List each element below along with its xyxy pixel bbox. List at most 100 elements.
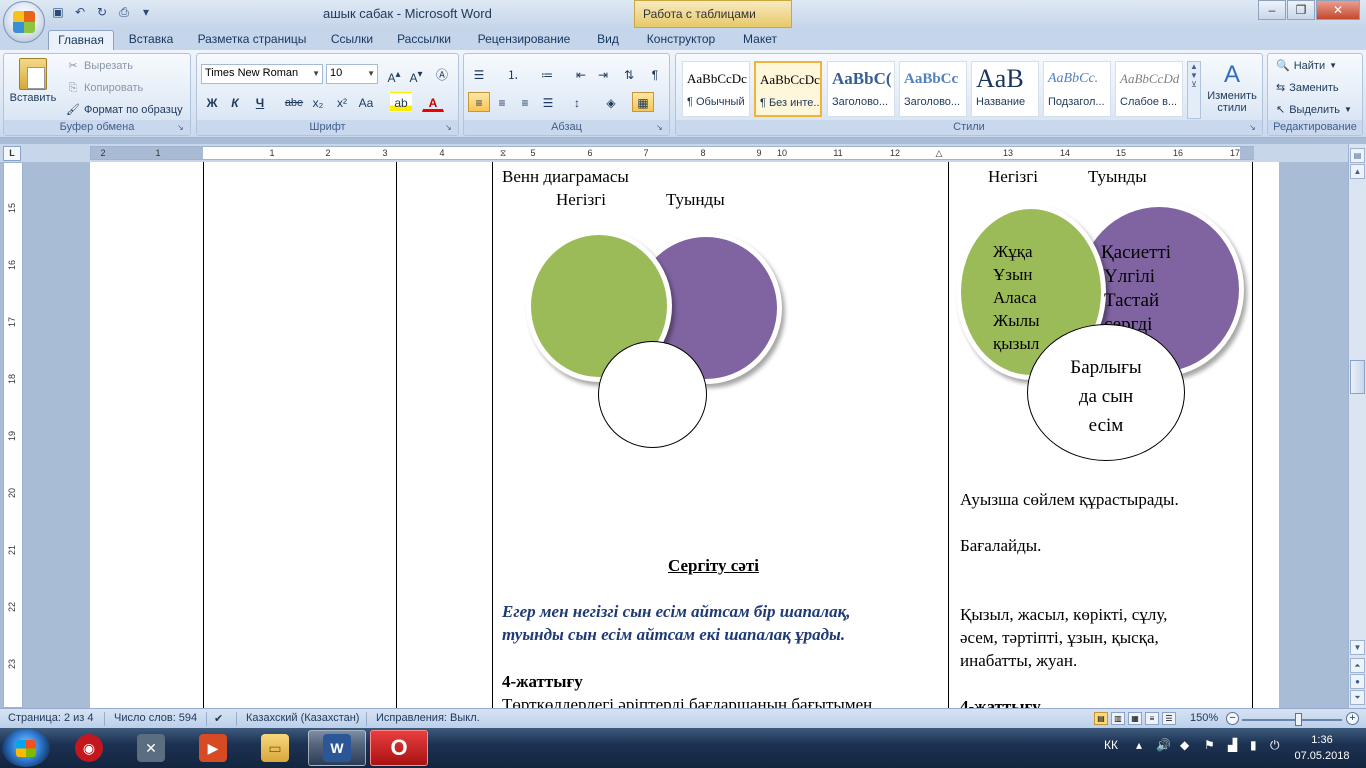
decrease-indent-icon[interactable]: ⇤ xyxy=(570,64,592,84)
sort-icon[interactable]: ⇅ xyxy=(618,64,640,84)
next-page-icon[interactable]: ⏷ xyxy=(1350,690,1365,705)
tab-insert[interactable]: Вставка xyxy=(120,30,182,50)
shading-icon[interactable]: ◈ xyxy=(600,92,622,112)
dialog-launcher-icon[interactable]: ↘ xyxy=(1249,123,1259,133)
start-button[interactable] xyxy=(2,729,50,767)
style-no-spacing[interactable]: AaBbCcDc ¶ Без инте... xyxy=(754,61,822,117)
style-heading1[interactable]: AaBbC( Заголово... xyxy=(827,61,895,117)
outline-icon[interactable]: ≡ xyxy=(1145,712,1159,725)
ruler-toggle-icon[interactable]: ▤ xyxy=(1350,148,1365,163)
browse-object-icon[interactable]: ● xyxy=(1350,674,1365,689)
venn-center-circle[interactable] xyxy=(598,341,707,448)
tab-page-layout[interactable]: Разметка страницы xyxy=(192,30,312,50)
shrink-font-button[interactable]: A▾ xyxy=(405,64,427,85)
style-normal[interactable]: AaBbCcDc ¶ Обычный xyxy=(682,61,750,117)
paste-button[interactable]: Вставить xyxy=(8,58,58,118)
word-count[interactable]: Число слов: 594 xyxy=(114,712,197,724)
taskbar-app-explorer[interactable]: ▭ xyxy=(246,730,304,766)
office-button[interactable] xyxy=(3,1,45,43)
print-icon[interactable]: ⎙ xyxy=(116,4,132,20)
underline-button[interactable]: Ч xyxy=(249,92,271,112)
volume-icon[interactable]: 🔊 xyxy=(1156,738,1171,752)
redo-icon[interactable]: ↻ xyxy=(94,4,110,20)
tab-view[interactable]: Вид xyxy=(590,30,626,50)
format-painter-button[interactable]: 🖌 Формат по образцу xyxy=(66,103,183,117)
borders-icon[interactable]: ▦ xyxy=(632,92,654,112)
taskbar-app-tools[interactable]: ✕ xyxy=(122,730,180,766)
grow-font-button[interactable]: A▴ xyxy=(383,64,405,85)
page[interactable]: Венн диаграмасы Негізгі Туынды Сергіту с… xyxy=(90,162,1279,708)
select-button[interactable]: ↖ Выделить ▼ xyxy=(1276,103,1352,117)
show-marks-icon[interactable]: ¶ xyxy=(644,64,666,84)
dialog-launcher-icon[interactable]: ↘ xyxy=(656,123,666,133)
document-area[interactable]: Венн диаграмасы Негізгі Туынды Сергіту с… xyxy=(24,162,1348,708)
taskbar-app-opera[interactable]: O xyxy=(370,730,428,766)
subscript-button[interactable]: x₂ xyxy=(307,92,329,112)
style-title[interactable]: AaB Название xyxy=(971,61,1039,117)
horizontal-ruler[interactable]: 2 1 1 2 3 4 5 6 7 8 9 10 11 12 13 14 15 … xyxy=(90,146,1254,160)
zoom-slider-thumb[interactable] xyxy=(1295,713,1302,726)
flag-icon[interactable]: ⚑ xyxy=(1204,738,1215,752)
numbering-icon[interactable]: ⒈ xyxy=(502,64,524,84)
clock[interactable]: 1:36 07.05.2018 xyxy=(1290,732,1354,764)
align-left-icon[interactable]: ≡ xyxy=(468,92,490,112)
scroll-thumb[interactable] xyxy=(1350,360,1365,394)
keyboard-language[interactable]: КК xyxy=(1104,738,1118,752)
close-button[interactable]: ✕ xyxy=(1316,0,1360,20)
line-spacing-icon[interactable]: ↕ xyxy=(566,92,588,112)
undo-icon[interactable]: ↶ xyxy=(72,4,88,20)
taskbar-app-media[interactable]: ▶ xyxy=(184,730,242,766)
customize-qat-icon[interactable]: ▾ xyxy=(138,4,154,20)
zoom-in-icon[interactable]: + xyxy=(1346,712,1359,725)
change-styles-button[interactable]: A Изменить стили xyxy=(1204,60,1260,114)
bold-button[interactable]: Ж xyxy=(201,92,223,112)
full-screen-reading-icon[interactable]: ▥ xyxy=(1111,712,1125,725)
battery-icon[interactable]: ▮ xyxy=(1250,738,1257,752)
indent-marker-icon[interactable]: △ xyxy=(936,147,943,159)
save-icon[interactable]: ▣ xyxy=(50,4,66,20)
strikethrough-button[interactable]: abe xyxy=(283,92,305,112)
zoom-out-icon[interactable]: − xyxy=(1226,712,1239,725)
increase-indent-icon[interactable]: ⇥ xyxy=(592,64,614,84)
show-hidden-icons-icon[interactable]: ▴ xyxy=(1136,738,1142,752)
vertical-scrollbar[interactable]: ▤ ▲ ▼ ⏶ ● ⏷ xyxy=(1348,144,1366,708)
cut-button[interactable]: ✂ Вырезать xyxy=(66,59,133,73)
replace-button[interactable]: ⇆ Заменить xyxy=(1276,81,1339,95)
tab-selector-button[interactable]: L xyxy=(3,146,21,161)
justify-icon[interactable]: ☰ xyxy=(537,92,559,112)
align-center-icon[interactable]: ≡ xyxy=(491,92,513,112)
dialog-launcher-icon[interactable]: ↘ xyxy=(177,123,187,133)
font-size-combo[interactable]: 10 ▼ xyxy=(326,64,378,84)
power-icon[interactable]: ⏻ xyxy=(1270,738,1280,753)
tab-references[interactable]: Ссылки xyxy=(324,30,380,50)
highlight-icon[interactable]: ab xyxy=(390,92,412,112)
scroll-up-icon[interactable]: ▲ xyxy=(1350,164,1365,179)
clear-format-button[interactable]: Ⓐ xyxy=(431,64,453,84)
page-indicator[interactable]: Страница: 2 из 4 xyxy=(8,712,94,724)
previous-page-icon[interactable]: ⏶ xyxy=(1350,658,1365,673)
tab-layout[interactable]: Макет xyxy=(734,30,786,50)
tab-home[interactable]: Главная xyxy=(48,30,114,50)
style-heading2[interactable]: AaBbCc Заголово... xyxy=(899,61,967,117)
style-subtle-emphasis[interactable]: AaBbCcDd Слабое в... xyxy=(1115,61,1183,117)
font-name-combo[interactable]: Times New Roman ▼ xyxy=(201,64,323,84)
change-case-button[interactable]: Aa xyxy=(355,92,377,112)
tab-review[interactable]: Рецензирование xyxy=(470,30,578,50)
vertical-ruler[interactable]: 15 16 17 18 19 20 21 22 23 xyxy=(3,162,23,708)
tab-mailings[interactable]: Рассылки xyxy=(390,30,458,50)
multilevel-list-icon[interactable]: ≔ xyxy=(536,64,558,84)
print-layout-icon[interactable]: ▤ xyxy=(1094,712,1108,725)
italic-button[interactable]: К xyxy=(224,92,246,112)
maximize-button[interactable]: ❐ xyxy=(1287,0,1315,20)
right-center-circle[interactable]: Барлығы да сын есім xyxy=(1027,324,1185,461)
superscript-button[interactable]: x² xyxy=(331,92,353,112)
tab-design[interactable]: Конструктор xyxy=(640,30,722,50)
find-button[interactable]: 🔍 Найти ▼ xyxy=(1276,59,1337,73)
security-icon[interactable]: ◆ xyxy=(1180,738,1189,752)
copy-button[interactable]: ⎘ Копировать xyxy=(66,81,144,95)
style-subtitle[interactable]: AaBbCc. Подзагол... xyxy=(1043,61,1111,117)
font-color-icon[interactable]: A xyxy=(422,92,444,112)
track-changes-indicator[interactable]: Исправления: Выкл. xyxy=(376,712,480,724)
zoom-slider[interactable] xyxy=(1242,719,1342,721)
bullets-icon[interactable]: ☰ xyxy=(468,64,490,84)
